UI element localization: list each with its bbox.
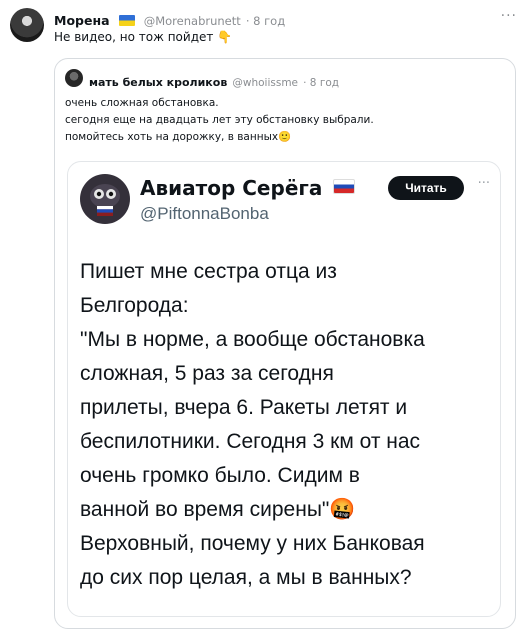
embedded-header: Авиатор Серёга bbox=[140, 176, 356, 200]
tweet-header: Морена @Morenabrunett · 8 год bbox=[54, 10, 285, 29]
quoted-time: · 8 год bbox=[303, 77, 340, 89]
ukraine-flag-icon bbox=[118, 15, 135, 26]
quoted-text-line-3-content: помойтесь хоть на дорожку, в ванных bbox=[65, 131, 279, 143]
embedded-more-icon: ··· bbox=[477, 176, 490, 191]
quoted-tweet-card[interactable]: мать белых кроликов @whoiissme · 8 год о… bbox=[54, 58, 516, 629]
smile-emoji: 🙂 bbox=[278, 131, 292, 143]
quoted-header: мать белых кроликов @whoiissme · 8 год bbox=[89, 71, 339, 90]
embedded-line-8: ванной во время сирены"🤬 bbox=[80, 498, 356, 522]
quoted-avatar bbox=[65, 69, 83, 87]
embedded-line-5: прилеты, вчера 6. Ракеты летят и bbox=[80, 396, 408, 419]
quoted-text-line-3: помойтесь хоть на дорожку, в ванных🙂 bbox=[65, 129, 291, 145]
embedded-line-3: "Мы в норме, а вообще обстановка bbox=[80, 328, 425, 351]
quoted-text-line-2: сегодня еще на двадцать лет эту обстанов… bbox=[65, 114, 374, 126]
embedded-line-9: Верховный, почему у них Банковая bbox=[80, 532, 425, 555]
tweet-text-content: Не видео, но тож пойдет bbox=[54, 30, 214, 44]
embedded-line-8-text: ванной во время сирены" bbox=[80, 498, 330, 521]
embedded-avatar bbox=[80, 174, 130, 224]
tweet-text: Не видео, но тож пойдет 👇 bbox=[54, 30, 232, 44]
embedded-author-handle: @PiftonnaBonba bbox=[140, 204, 269, 223]
author-name[interactable]: Морена bbox=[54, 13, 110, 28]
embedded-line-1: Пишет мне сестра отца из bbox=[80, 260, 337, 283]
embedded-line-6: беспилотники. Сегодня 3 км от нас bbox=[80, 430, 421, 453]
embedded-author-name: Авиатор Серёга bbox=[140, 176, 323, 200]
pointing-down-emoji: 👇 bbox=[217, 30, 233, 44]
embedded-line-2: Белгорода: bbox=[80, 294, 189, 317]
more-dots-icon[interactable]: ··· bbox=[501, 8, 517, 24]
embedded-line-10: до сих пор целая, а мы в ванных? bbox=[80, 566, 412, 589]
russia-flag-icon bbox=[333, 179, 356, 194]
author-handle[interactable]: @Morenabrunett bbox=[144, 14, 241, 28]
tweet-time[interactable]: · 8 год bbox=[246, 14, 285, 28]
angry-face-emoji: 🤬 bbox=[329, 498, 356, 521]
embedded-line-4: сложная, 5 раз за сегодня bbox=[80, 362, 334, 385]
quoted-author-name: мать белых кроликов bbox=[89, 76, 228, 89]
embedded-tweet-image: Авиатор Серёга @PiftonnaBonba Читать ···… bbox=[67, 161, 501, 617]
embedded-line-7: очень громко было. Сидим в bbox=[80, 464, 360, 487]
quoted-text-line-1: очень сложная обстановка. bbox=[65, 97, 219, 109]
quoted-author-handle: @whoiissme bbox=[232, 77, 299, 89]
avatar[interactable] bbox=[10, 8, 44, 42]
follow-button: Читать bbox=[388, 176, 464, 200]
